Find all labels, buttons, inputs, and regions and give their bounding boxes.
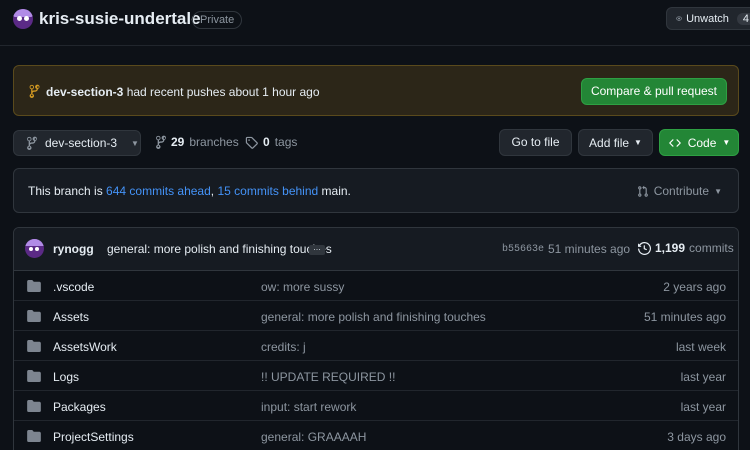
file-age: 2 years ago (663, 280, 726, 294)
compare-prefix: This branch is (28, 184, 103, 198)
file-row[interactable]: ProjectSettings general: GRAAAAH 3 days … (14, 421, 738, 450)
file-commit-message[interactable]: general: GRAAAAH (261, 430, 366, 444)
commit-time: 51 minutes ago (548, 242, 631, 256)
commit-author-avatar[interactable] (25, 239, 44, 258)
branch-selector-label: dev-section-3 (45, 136, 118, 150)
contribute-button[interactable]: Contribute ▼ (637, 184, 722, 198)
tag-icon (245, 136, 258, 149)
commit-author[interactable]: rynogg (53, 242, 94, 256)
avatar-eye (35, 247, 39, 251)
branches-link[interactable]: 29 branches (155, 135, 239, 149)
owner-avatar[interactable] (13, 9, 33, 29)
file-commit-message[interactable]: credits: j (261, 340, 306, 354)
tags-label: tags (274, 135, 298, 149)
file-name[interactable]: Assets (53, 310, 89, 324)
file-row[interactable]: AssetsWork credits: j last week (14, 331, 738, 361)
commit-count-label: commits (689, 241, 734, 255)
add-file-label: Add file (589, 135, 630, 150)
file-name[interactable]: AssetsWork (53, 340, 117, 354)
avatar-eye (24, 16, 29, 21)
folder-icon (27, 370, 41, 382)
file-commit-message[interactable]: general: more polish and finishing touch… (261, 310, 486, 324)
file-row[interactable]: .vscode ow: more sussy 2 years ago (14, 271, 738, 301)
file-name[interactable]: .vscode (53, 280, 94, 294)
file-name[interactable]: Logs (53, 370, 79, 384)
repo-header: kris-susie-undertale Private Unwatch 4 (0, 0, 750, 46)
watch-count: 4 (736, 12, 750, 25)
compare-suffix: main. (321, 184, 351, 198)
commit-history-link[interactable]: 1,199 commits (638, 241, 734, 255)
contribute-label: Contribute (653, 184, 710, 198)
file-row[interactable]: Packages input: start rework last year (14, 391, 738, 421)
tags-count: 0 (263, 135, 270, 149)
recent-push-banner: dev-section-3 had recent pushes about 1 … (13, 65, 739, 116)
file-name[interactable]: Packages (53, 400, 106, 414)
tags-link[interactable]: 0 tags (245, 135, 297, 149)
chevron-down-icon: ▼ (131, 138, 139, 148)
folder-icon (27, 430, 41, 442)
commit-count: 1,199 (655, 241, 686, 255)
avatar-eye (17, 16, 22, 21)
unwatch-button[interactable]: Unwatch 4 (666, 7, 750, 30)
file-row[interactable]: Logs !! UPDATE REQUIRED !! last year (14, 361, 738, 391)
commit-sha[interactable]: b55663e (502, 244, 544, 255)
avatar-eye (29, 247, 33, 251)
file-commit-message[interactable]: !! UPDATE REQUIRED !! (261, 370, 395, 384)
push-message: dev-section-3 had recent pushes about 1 … (46, 85, 320, 99)
avatar-hair (13, 9, 33, 17)
file-commit-message[interactable]: input: start rework (261, 400, 356, 414)
push-message-text: had recent pushes about 1 hour ago (126, 85, 320, 99)
avatar-hair (25, 239, 44, 246)
branch-selector[interactable]: dev-section-3 ▼ (13, 130, 141, 156)
commits-ahead-link[interactable]: 644 commits ahead (106, 184, 211, 198)
file-row[interactable]: Assets general: more polish and finishin… (14, 301, 738, 331)
branches-count: 29 (171, 135, 185, 149)
branches-label: branches (189, 135, 239, 149)
git-branch-icon (27, 136, 37, 150)
file-age: 3 days ago (667, 430, 726, 444)
go-to-file-button[interactable]: Go to file (499, 129, 572, 156)
file-table: rynogg general: more polish and finishin… (13, 227, 739, 450)
code-label: Code (687, 135, 717, 150)
commit-message[interactable]: general: more polish and finishing touch… (107, 242, 332, 256)
folder-icon (27, 400, 41, 412)
compare-separator: , (210, 184, 215, 198)
chevron-down-icon: ▼ (714, 186, 722, 196)
folder-icon (27, 340, 41, 352)
add-file-button[interactable]: Add file ▼ (578, 129, 653, 156)
git-pull-request-icon (637, 185, 648, 197)
file-age: last week (675, 340, 726, 354)
git-branch-icon (29, 84, 40, 98)
chevron-down-icon: ▼ (722, 138, 731, 147)
history-icon (638, 241, 651, 255)
chevron-down-icon: ▼ (634, 138, 642, 147)
push-branch-name[interactable]: dev-section-3 (46, 85, 123, 99)
visibility-badge: Private (192, 11, 243, 29)
folder-icon (27, 280, 41, 292)
expand-commit-button[interactable]: … (309, 244, 325, 255)
compare-pull-request-button[interactable]: Compare & pull request (581, 78, 727, 105)
file-age: last year (680, 400, 726, 414)
unwatch-label: Unwatch (686, 12, 729, 25)
branch-compare-text: This branch is 644 commits ahead, 15 com… (28, 184, 351, 198)
code-icon (668, 138, 681, 147)
latest-commit-row: rynogg general: more polish and finishin… (14, 228, 738, 271)
repo-name[interactable]: kris-susie-undertale (39, 9, 201, 29)
eye-icon (676, 16, 683, 21)
file-age: 51 minutes ago (643, 310, 726, 324)
commits-behind-link[interactable]: 15 commits behind (217, 184, 318, 198)
code-button[interactable]: Code ▼ (659, 129, 739, 156)
file-commit-message[interactable]: ow: more sussy (261, 280, 344, 294)
file-age: last year (680, 370, 726, 384)
branch-compare-box: This branch is 644 commits ahead, 15 com… (13, 168, 739, 213)
git-branch-icon (156, 135, 166, 149)
file-name[interactable]: ProjectSettings (53, 430, 134, 444)
folder-icon (27, 310, 41, 322)
